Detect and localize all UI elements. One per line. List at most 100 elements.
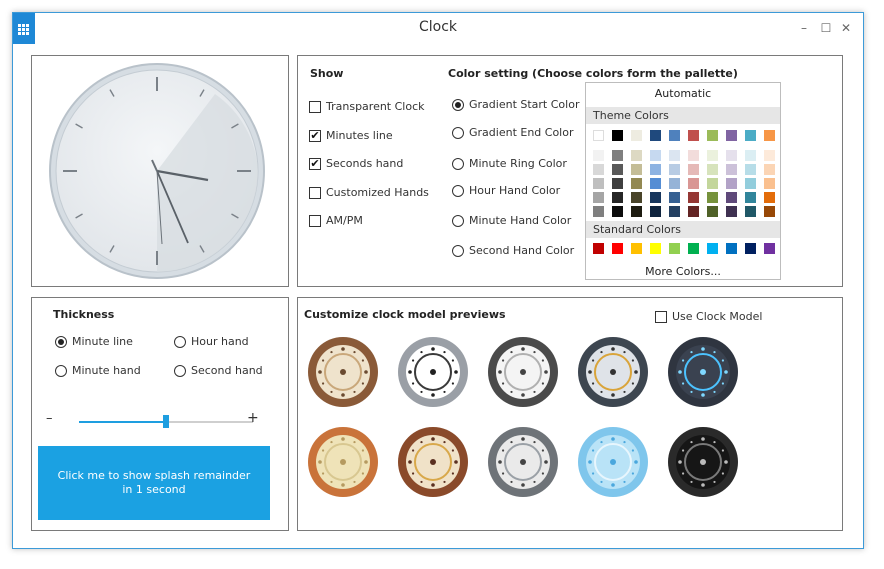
theme-color-swatch[interactable]	[631, 130, 642, 141]
slider-thumb[interactable]	[163, 415, 169, 428]
theme-shade-swatch[interactable]	[669, 150, 680, 161]
thickness-minute-hand-radio[interactable]	[55, 364, 67, 377]
model-light-blue[interactable]	[577, 426, 649, 498]
theme-shade-swatch[interactable]	[745, 150, 756, 161]
theme-color-swatch[interactable]	[745, 130, 756, 141]
theme-shade-swatch[interactable]	[612, 178, 623, 189]
thickness-option-minute-hand[interactable]: Minute hand	[55, 364, 141, 377]
customized-hands-checkbox[interactable]	[309, 186, 321, 199]
color-option-minute-ring[interactable]: Minute Ring Color	[452, 157, 567, 170]
theme-shade-swatch[interactable]	[707, 164, 718, 175]
theme-shade-swatch[interactable]	[669, 192, 680, 203]
standard-color-swatch[interactable]	[745, 243, 756, 254]
theme-color-swatch[interactable]	[612, 130, 623, 141]
seconds-hand-checkbox[interactable]: ✔	[309, 157, 321, 170]
theme-shade-swatch[interactable]	[650, 178, 661, 189]
theme-color-swatch[interactable]	[688, 130, 699, 141]
standard-color-swatch[interactable]	[593, 243, 604, 254]
theme-shade-swatch[interactable]	[631, 206, 642, 217]
color-option-hour-hand[interactable]: Hour Hand Color	[452, 184, 560, 197]
more-colors-link[interactable]: More Colors...	[586, 265, 780, 278]
model-grey-white[interactable]	[487, 426, 559, 498]
theme-shade-swatch[interactable]	[707, 178, 718, 189]
theme-shade-swatch[interactable]	[764, 164, 775, 175]
theme-shade-swatch[interactable]	[726, 150, 737, 161]
theme-shade-swatch[interactable]	[669, 178, 680, 189]
color-option-gradient-end[interactable]: Gradient End Color	[452, 126, 574, 139]
theme-shade-swatch[interactable]	[764, 192, 775, 203]
show-option-transparent[interactable]: Transparent Clock	[309, 100, 425, 113]
thickness-option-hour-hand[interactable]: Hour hand	[174, 335, 249, 348]
color-option-second-hand[interactable]: Second Hand Color	[452, 244, 574, 257]
show-option-ampm[interactable]: AM/PM	[309, 214, 363, 227]
palette-automatic[interactable]: Automatic	[586, 87, 780, 100]
model-silver-black[interactable]	[397, 336, 469, 408]
theme-shade-swatch[interactable]	[707, 150, 718, 161]
theme-shade-swatch[interactable]	[650, 192, 661, 203]
close-button[interactable]: ✕	[839, 21, 853, 35]
slider-increase-button[interactable]: +	[247, 410, 259, 426]
theme-shade-swatch[interactable]	[745, 206, 756, 217]
standard-color-swatch[interactable]	[688, 243, 699, 254]
model-dark-blue-dots[interactable]	[667, 336, 739, 408]
standard-color-swatch[interactable]	[707, 243, 718, 254]
theme-shade-swatch[interactable]	[688, 164, 699, 175]
theme-shade-swatch[interactable]	[764, 150, 775, 161]
maximize-button[interactable]: ☐	[819, 21, 833, 35]
theme-shade-swatch[interactable]	[593, 192, 604, 203]
theme-shade-swatch[interactable]	[593, 164, 604, 175]
theme-shade-swatch[interactable]	[650, 206, 661, 217]
theme-shade-swatch[interactable]	[764, 178, 775, 189]
theme-shade-swatch[interactable]	[688, 150, 699, 161]
theme-shade-swatch[interactable]	[631, 150, 642, 161]
theme-shade-swatch[interactable]	[593, 150, 604, 161]
model-copper-gold[interactable]	[397, 426, 469, 498]
ampm-checkbox[interactable]	[309, 214, 321, 227]
theme-shade-swatch[interactable]	[612, 206, 623, 217]
standard-color-swatch[interactable]	[669, 243, 680, 254]
thickness-option-second-hand[interactable]: Second hand	[174, 364, 263, 377]
theme-shade-swatch[interactable]	[745, 164, 756, 175]
thickness-hour-hand-radio[interactable]	[174, 335, 186, 348]
theme-shade-swatch[interactable]	[726, 192, 737, 203]
minute-hand-radio[interactable]	[452, 214, 464, 227]
model-bronze-roman[interactable]	[307, 336, 379, 408]
gradient-end-radio[interactable]	[452, 126, 464, 139]
theme-shade-swatch[interactable]	[631, 164, 642, 175]
theme-color-swatch[interactable]	[707, 130, 718, 141]
splash-button[interactable]: Click me to show splash remainder in 1 s…	[38, 446, 270, 520]
model-dark-rim-white[interactable]	[487, 336, 559, 408]
show-option-seconds-hand[interactable]: ✔ Seconds hand	[309, 157, 403, 170]
model-steel-gold[interactable]	[577, 336, 649, 408]
theme-shade-swatch[interactable]	[593, 178, 604, 189]
theme-shade-swatch[interactable]	[650, 150, 661, 161]
theme-shade-swatch[interactable]	[669, 164, 680, 175]
gradient-start-radio[interactable]	[452, 98, 464, 111]
theme-shade-swatch[interactable]	[669, 206, 680, 217]
standard-color-swatch[interactable]	[631, 243, 642, 254]
thickness-second-hand-radio[interactable]	[174, 364, 186, 377]
theme-color-swatch[interactable]	[650, 130, 661, 141]
theme-shade-swatch[interactable]	[593, 206, 604, 217]
theme-color-swatch[interactable]	[726, 130, 737, 141]
minute-ring-radio[interactable]	[452, 157, 464, 170]
model-black-chrome[interactable]	[667, 426, 739, 498]
theme-shade-swatch[interactable]	[745, 178, 756, 189]
standard-color-swatch[interactable]	[764, 243, 775, 254]
thickness-option-minute-line[interactable]: Minute line	[55, 335, 133, 348]
theme-shade-swatch[interactable]	[707, 206, 718, 217]
standard-color-swatch[interactable]	[650, 243, 661, 254]
color-option-gradient-start[interactable]: Gradient Start Color	[452, 98, 579, 111]
theme-shade-swatch[interactable]	[726, 206, 737, 217]
theme-color-swatch[interactable]	[669, 130, 680, 141]
transparent-clock-checkbox[interactable]	[309, 100, 321, 113]
theme-shade-swatch[interactable]	[688, 192, 699, 203]
theme-shade-swatch[interactable]	[631, 178, 642, 189]
theme-shade-swatch[interactable]	[631, 192, 642, 203]
color-option-minute-hand[interactable]: Minute Hand Color	[452, 214, 571, 227]
theme-color-swatch[interactable]	[764, 130, 775, 141]
minimize-button[interactable]: –	[797, 21, 811, 35]
theme-shade-swatch[interactable]	[726, 178, 737, 189]
theme-shade-swatch[interactable]	[688, 178, 699, 189]
standard-color-swatch[interactable]	[726, 243, 737, 254]
